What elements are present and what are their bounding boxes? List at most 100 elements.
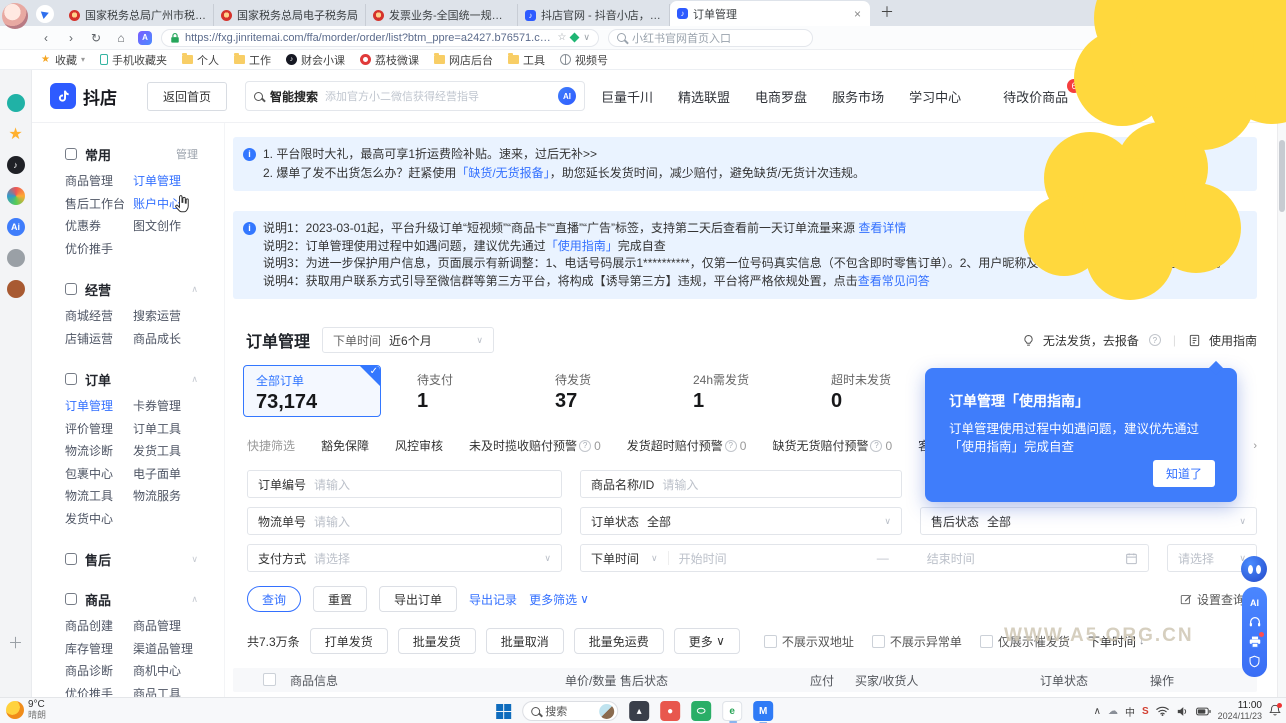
page-scrollbar[interactable] xyxy=(1277,70,1286,697)
sidebar-item-商品诊断[interactable]: 商品诊断 xyxy=(65,660,133,683)
toggle-不展示异常单[interactable]: 不展示异常单 xyxy=(872,633,962,650)
sogou-icon[interactable]: S xyxy=(1142,706,1149,717)
user-avatar[interactable] xyxy=(2,3,28,29)
sidebar-item-物流诊断[interactable]: 物流诊断 xyxy=(65,440,133,463)
product-input[interactable]: 商品名称/ID 请输入 xyxy=(580,470,902,498)
filter-chip-快捷筛选[interactable]: 快捷筛选 xyxy=(247,437,295,454)
pay-method-select[interactable]: 支付方式 请选择 ∨ xyxy=(247,544,562,572)
sidebar-item-商品成长[interactable]: 商品成长 xyxy=(133,328,224,351)
pending-price-link[interactable]: 待改价商品 6 xyxy=(1003,87,1068,106)
sidebar-item-物流服务[interactable]: 物流服务 xyxy=(133,485,224,508)
ime-icon[interactable]: 中 xyxy=(1125,704,1135,719)
reload-icon[interactable]: ↻ xyxy=(88,32,104,44)
chevron-up-icon[interactable]: ∧ xyxy=(191,374,198,385)
pin-app-icon[interactable]: ● xyxy=(660,701,680,721)
notification-bell-icon[interactable] xyxy=(1269,704,1281,719)
bookmark-item[interactable]: 视频号 xyxy=(560,52,608,68)
sidebar-item-商品管理[interactable]: 商品管理 xyxy=(65,170,133,193)
m-app-icon[interactable]: M xyxy=(753,701,773,721)
assistant-icon[interactable] xyxy=(1224,6,1239,21)
dock-app-icon[interactable] xyxy=(7,187,25,205)
home-icon[interactable]: ⌂ xyxy=(113,32,129,44)
notice-link[interactable]: 「使用指南」 xyxy=(546,239,618,253)
nav-link[interactable]: 精选联盟 xyxy=(678,87,730,106)
sidebar-item-搜索运营[interactable]: 搜索运营 xyxy=(133,305,224,328)
filter-chip-豁免保障[interactable]: 豁免保障 xyxy=(321,437,369,454)
taskbar-search[interactable]: 搜索 xyxy=(522,701,618,721)
bookmark-item[interactable]: ★收藏▾ xyxy=(40,52,85,68)
browser-tab[interactable]: 发票业务-全国统一规范电子税… xyxy=(366,4,518,26)
sidebar-item-评价管理[interactable]: 评价管理 xyxy=(65,418,133,441)
bookmark-star-icon[interactable]: ☆ xyxy=(557,32,566,43)
section-manage-link[interactable]: 管理 xyxy=(176,146,198,162)
checkbox[interactable] xyxy=(872,635,885,648)
sidebar-item-卡券管理[interactable]: 卡券管理 xyxy=(133,395,224,418)
wifi-icon[interactable] xyxy=(1156,706,1169,716)
time-range-picker[interactable]: 下单时间 ∨ 开始时间 — 结束时间 xyxy=(580,544,1149,572)
sidebar-item-渠道品管理[interactable]: 渠道品管理 xyxy=(133,638,224,661)
bookmark-item[interactable]: 个人 xyxy=(182,52,219,68)
more-filters-link[interactable]: 更多筛选 ∨ xyxy=(529,591,589,608)
help-icon[interactable]: ? xyxy=(1149,334,1161,346)
start-button[interactable] xyxy=(496,704,511,719)
sidebar-item-优价推手[interactable]: 优价推手 xyxy=(65,683,133,698)
export-orders-button[interactable]: 导出订单 xyxy=(379,586,457,612)
sidebar-item-优惠券[interactable]: 优惠券 xyxy=(65,215,133,238)
toggle-不展示双地址[interactable]: 不展示双地址 xyxy=(764,633,854,650)
dock-app-icon[interactable]: ♪ xyxy=(7,156,25,174)
select-all-checkbox[interactable] xyxy=(263,673,276,686)
bookmark-item[interactable]: 荔枝微课 xyxy=(360,52,419,68)
sidebar-item-库存管理[interactable]: 库存管理 xyxy=(65,638,133,661)
checkbox[interactable] xyxy=(980,635,993,648)
export-log-link[interactable]: 导出记录 xyxy=(469,591,517,608)
modal-confirm-button[interactable]: 知道了 xyxy=(1153,460,1215,487)
assistant-robot-icon[interactable] xyxy=(1241,556,1267,582)
bookmark-item[interactable]: ♪财会小课 xyxy=(286,52,345,68)
batch-button-批量免运费[interactable]: 批量免运费 xyxy=(574,628,664,654)
batch-button-批量取消[interactable]: 批量取消 xyxy=(486,628,564,654)
sidebar-item-商品创建[interactable]: 商品创建 xyxy=(65,615,133,638)
chips-scroll-arrow-icon[interactable]: › xyxy=(1253,440,1257,452)
sidebar-item-订单管理[interactable]: 订单管理 xyxy=(133,170,224,193)
hotspot-icon[interactable] xyxy=(1267,6,1281,20)
headset-icon[interactable] xyxy=(1247,615,1262,630)
url-bar[interactable]: https://fxg.jinritemai.com/ffa/morder/or… xyxy=(161,29,599,47)
notice-link[interactable]: 「缺货/无货报备」 xyxy=(456,166,549,180)
time-range-select[interactable]: 下单时间 近6个月 ∨ xyxy=(322,327,494,353)
forward-icon[interactable]: › xyxy=(63,32,79,44)
sidebar-item-售后工作台[interactable]: 售后工作台 xyxy=(65,193,133,216)
sidebar-item-商品管理[interactable]: 商品管理 xyxy=(133,615,224,638)
back-home-button[interactable]: 返回首页 xyxy=(147,82,227,111)
sidebar-item-订单管理[interactable]: 订单管理 xyxy=(65,395,133,418)
bolt-icon[interactable] xyxy=(570,33,580,43)
browser-tab[interactable]: ♪抖店官网 - 抖音小店，抖音电… xyxy=(518,4,670,26)
sidebar-item-电子面单[interactable]: 电子面单 xyxy=(133,463,224,486)
guide-link[interactable]: 使用指南 xyxy=(1209,332,1257,349)
dock-app-icon[interactable]: Ai xyxy=(7,218,25,236)
chevron-down-icon[interactable]: ∨ xyxy=(583,32,590,43)
browser-home-icon[interactable] xyxy=(36,5,54,23)
filter-chip-缺货无货赔付预警[interactable]: 缺货无货赔付预警?0 xyxy=(772,437,892,454)
browser-app-icon[interactable]: e xyxy=(722,701,742,721)
sidebar-item-物流工具[interactable]: 物流工具 xyxy=(65,485,133,508)
sidebar-item-订单工具[interactable]: 订单工具 xyxy=(133,418,224,441)
sidebar-item-发货工具[interactable]: 发货工具 xyxy=(133,440,224,463)
dock-app-icon[interactable] xyxy=(7,280,25,298)
more-actions-button[interactable]: 更多 ∨ xyxy=(674,628,740,654)
filter-chip-风控审核[interactable]: 风控审核 xyxy=(395,437,443,454)
ai-tool-icon[interactable]: AI xyxy=(1247,595,1262,610)
bookmark-item[interactable]: 网店后台 xyxy=(434,52,493,68)
bookmark-item[interactable]: 工作 xyxy=(234,52,271,68)
ai-extension-icon[interactable]: A xyxy=(138,31,152,45)
checkbox[interactable] xyxy=(764,635,777,648)
nav-link[interactable]: 巨量千川 xyxy=(601,87,653,106)
photos-app-icon[interactable]: ▴ xyxy=(629,701,649,721)
bookmark-item[interactable]: 手机收藏夹 xyxy=(100,52,167,68)
sidebar-item-图文创作[interactable]: 图文创作 xyxy=(133,215,224,238)
app-search-bar[interactable]: 智能搜索 添加官方小二微信获得经营指导 AI xyxy=(245,81,585,111)
back-icon[interactable]: ‹ xyxy=(38,32,54,44)
sidebar-item-包裹中心[interactable]: 包裹中心 xyxy=(65,463,133,486)
order-no-input[interactable]: 订单编号 请输入 xyxy=(247,470,562,498)
tray-expand-icon[interactable]: ∧ xyxy=(1094,706,1101,717)
sidebar-item-账户中心[interactable]: 账户中心 xyxy=(133,193,224,216)
